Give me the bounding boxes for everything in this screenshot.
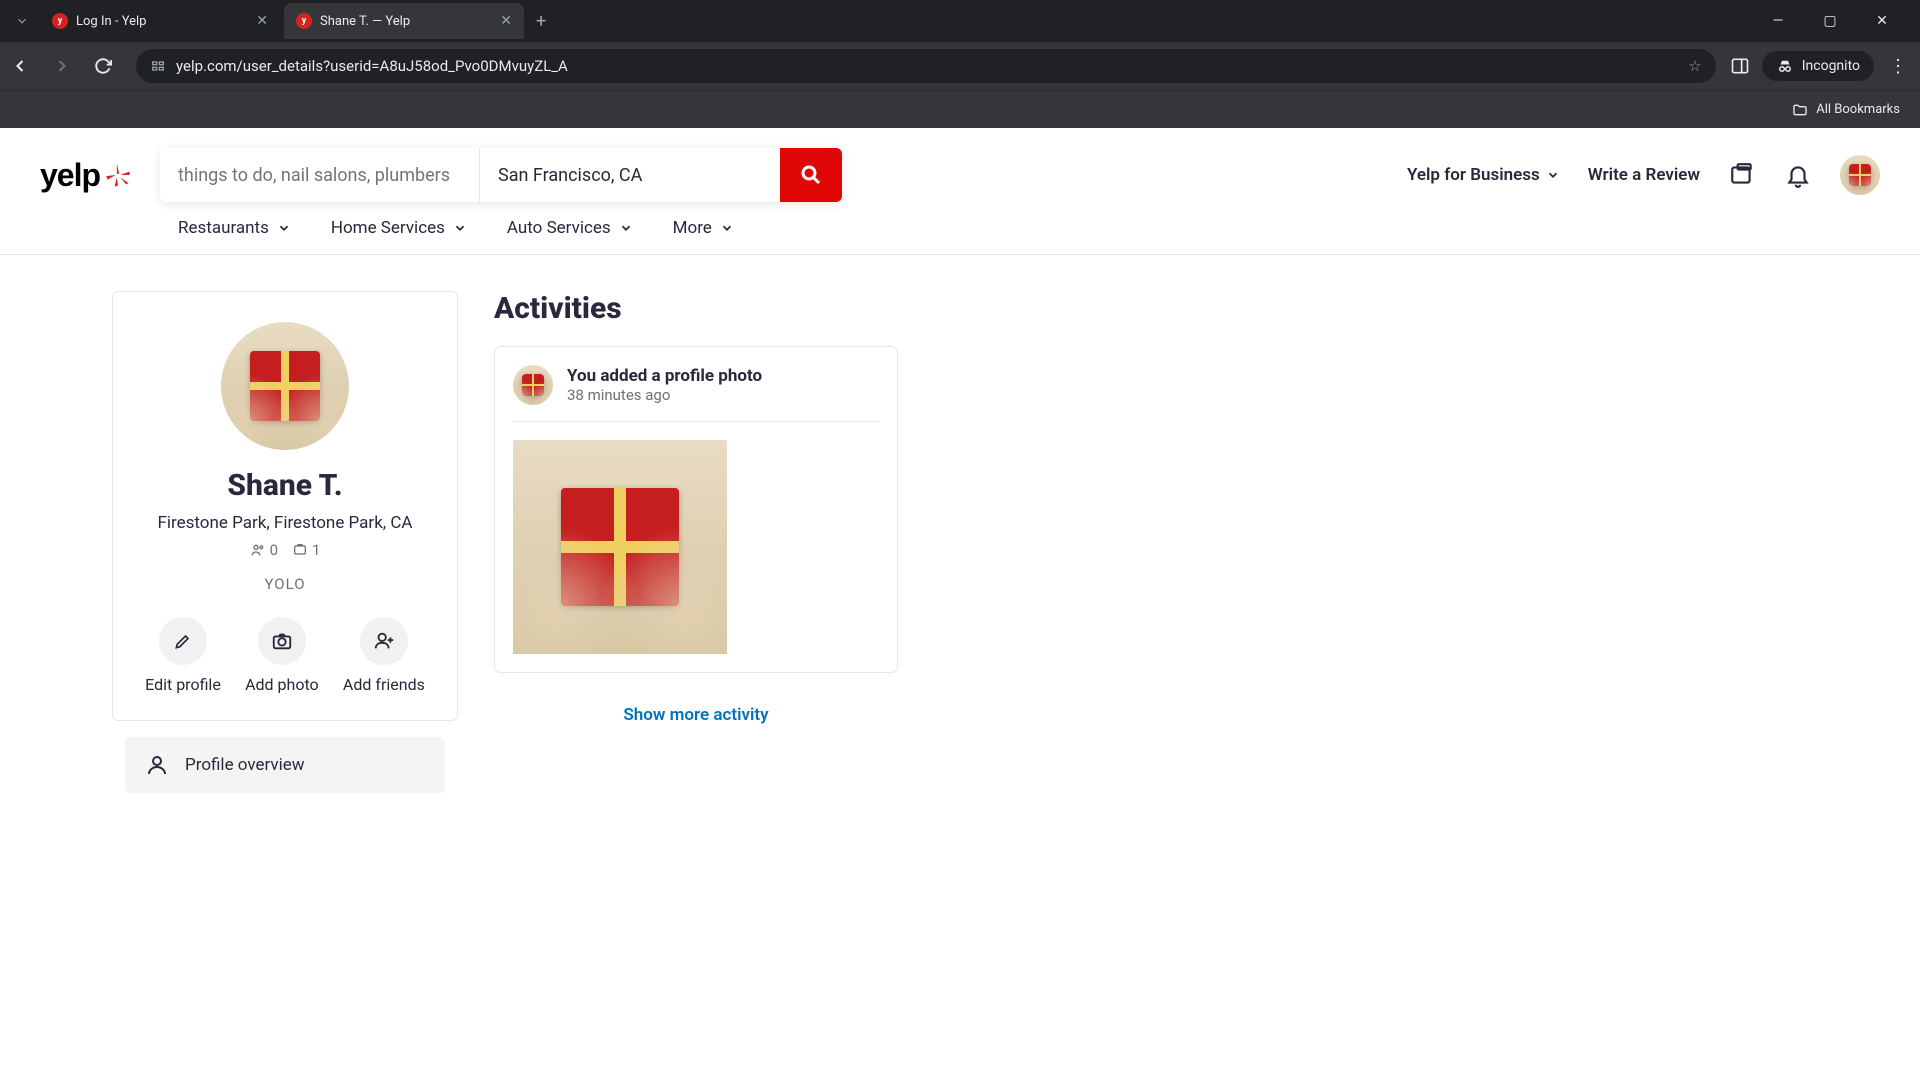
logo-text: yelp <box>40 157 100 194</box>
tab-search-dropdown[interactable] <box>8 7 36 35</box>
profile-icon <box>145 753 169 777</box>
tab-title: Shane T. — Yelp <box>320 14 492 29</box>
profile-location: Firestone Park, Firestone Park, CA <box>133 513 437 533</box>
back-button[interactable] <box>10 56 38 76</box>
camera-icon <box>271 630 293 652</box>
close-icon[interactable]: ✕ <box>256 13 268 29</box>
projects-icon[interactable] <box>1728 161 1756 189</box>
yelp-favicon: y <box>296 13 312 29</box>
profile-card: Shane T. Firestone Park, Firestone Park,… <box>112 291 458 721</box>
category-nav: Restaurants Home Services Auto Services … <box>0 212 1920 255</box>
bookmark-star-icon[interactable]: ☆ <box>1688 57 1701 75</box>
add-friend-icon <box>373 630 395 652</box>
chevron-down-icon <box>619 221 633 235</box>
sidebar-item-overview[interactable]: Profile overview <box>125 737 445 793</box>
window-controls: — ▢ ✕ <box>1764 13 1912 29</box>
category-auto-services[interactable]: Auto Services <box>507 218 633 238</box>
tab-bar: y Log In - Yelp ✕ y Shane T. — Yelp ✕ + … <box>0 0 1920 42</box>
address-bar-row: yelp.com/user_details?userid=A8uJ58od_Pv… <box>0 42 1920 90</box>
minimize-button[interactable]: — <box>1764 13 1792 29</box>
incognito-badge[interactable]: Incognito <box>1762 51 1874 81</box>
site-header: yelp Yelp for Business Write a Review <box>0 128 1920 212</box>
incognito-label: Incognito <box>1802 58 1860 74</box>
browser-tab[interactable]: y Log In - Yelp ✕ <box>40 3 280 39</box>
profile-stats: 0 1 <box>133 541 437 559</box>
notifications-icon[interactable] <box>1784 161 1812 189</box>
friends-icon <box>250 542 266 558</box>
chevron-down-icon <box>277 221 291 235</box>
yelp-favicon: y <box>52 13 68 29</box>
profile-name: Shane T. <box>133 468 437 503</box>
search-icon <box>799 163 823 187</box>
user-avatar[interactable] <box>1840 155 1880 195</box>
yelp-logo[interactable]: yelp <box>40 157 132 194</box>
folder-icon <box>1792 102 1808 118</box>
site-settings-icon[interactable] <box>150 58 166 74</box>
chevron-down-icon <box>720 221 734 235</box>
all-bookmarks-label: All Bookmarks <box>1816 102 1900 117</box>
category-restaurants[interactable]: Restaurants <box>178 218 291 238</box>
browser-tab[interactable]: y Shane T. — Yelp ✕ <box>284 3 524 39</box>
chevron-down-icon <box>1546 168 1560 182</box>
activity-avatar[interactable] <box>513 365 553 405</box>
location-input[interactable] <box>480 148 780 202</box>
profile-tagline: YOLO <box>133 575 437 593</box>
add-photo-button[interactable]: Add photo <box>245 617 319 694</box>
url-text: yelp.com/user_details?userid=A8uJ58od_Pv… <box>176 57 1678 75</box>
bookmarks-bar: All Bookmarks <box>0 90 1920 128</box>
side-panel-icon[interactable] <box>1730 56 1750 76</box>
photo-icon <box>292 542 308 558</box>
photos-stat[interactable]: 1 <box>292 541 320 559</box>
search-input[interactable] <box>160 148 480 202</box>
chevron-down-icon <box>453 221 467 235</box>
activity-photo[interactable] <box>513 440 727 654</box>
pencil-icon <box>173 631 193 651</box>
maximize-button[interactable]: ▢ <box>1816 13 1844 29</box>
activity-card: You added a profile photo 38 minutes ago <box>494 346 898 673</box>
activity-title: You added a profile photo <box>567 366 762 386</box>
search-button[interactable] <box>780 148 842 202</box>
activity-time: 38 minutes ago <box>567 386 762 404</box>
tab-title: Log In - Yelp <box>76 14 248 29</box>
all-bookmarks-button[interactable]: All Bookmarks <box>1792 102 1900 118</box>
yelp-burst-icon <box>104 161 132 189</box>
new-tab-button[interactable]: + <box>528 11 554 32</box>
address-bar[interactable]: yelp.com/user_details?userid=A8uJ58od_Pv… <box>136 49 1716 83</box>
profile-avatar[interactable] <box>221 322 349 450</box>
yelp-for-business-link[interactable]: Yelp for Business <box>1407 165 1560 185</box>
close-icon[interactable]: ✕ <box>500 13 512 29</box>
forward-button[interactable] <box>52 56 80 76</box>
incognito-icon <box>1776 57 1794 75</box>
show-more-link[interactable]: Show more activity <box>494 705 898 725</box>
write-review-link[interactable]: Write a Review <box>1588 165 1700 185</box>
reload-button[interactable] <box>94 57 122 75</box>
close-window-button[interactable]: ✕ <box>1868 13 1896 29</box>
friends-stat[interactable]: 0 <box>250 541 278 559</box>
add-friends-button[interactable]: Add friends <box>343 617 425 694</box>
activities-heading: Activities <box>494 291 1920 326</box>
browser-menu-button[interactable]: ⋮ <box>1886 56 1910 77</box>
edit-profile-button[interactable]: Edit profile <box>145 617 221 694</box>
category-home-services[interactable]: Home Services <box>331 218 467 238</box>
category-more[interactable]: More <box>673 218 734 238</box>
search-bar <box>160 148 842 202</box>
